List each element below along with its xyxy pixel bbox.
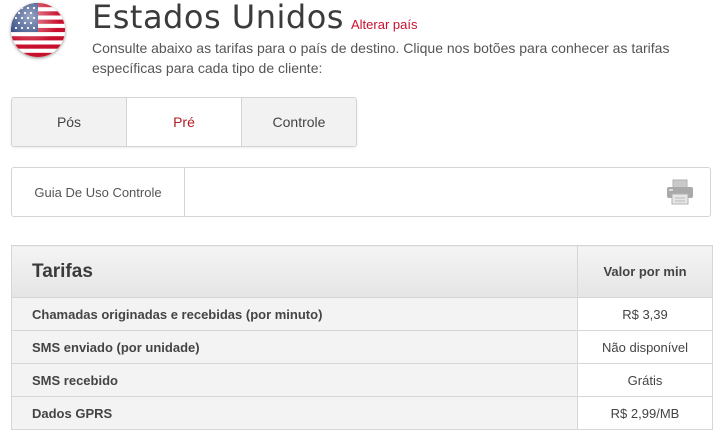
table-row: SMS recebido Grátis: [11, 363, 713, 397]
tariffs-table-container: Tarifas Valor por min Chamadas originada…: [11, 245, 713, 430]
row-value: R$ 3,39: [577, 297, 713, 331]
row-value: R$ 2,99/MB: [577, 396, 713, 430]
usage-guide-button[interactable]: Guia De Uso Controle: [12, 168, 185, 216]
row-label: SMS enviado (por unidade): [11, 330, 578, 364]
table-header-row: Tarifas Valor por min: [11, 245, 713, 298]
flag-shine: [11, 3, 65, 57]
usa-flag-icon: [11, 3, 65, 57]
usage-guide-bar: Guia De Uso Controle: [11, 167, 711, 217]
printer-icon[interactable]: [666, 179, 694, 205]
table-header-value: Valor por min: [577, 245, 713, 298]
row-label: Chamadas originadas e recebidas (por min…: [11, 297, 578, 331]
change-country-link[interactable]: Alterar país: [351, 17, 417, 32]
row-value: Grátis: [577, 363, 713, 397]
page-description: Consulte abaixo as tarifas para o país d…: [92, 40, 670, 76]
tariffs-table: Tarifas Valor por min Chamadas originada…: [11, 245, 713, 430]
table-header-title: Tarifas: [11, 245, 578, 298]
tab-pos[interactable]: Pós: [12, 98, 127, 146]
table-row: SMS enviado (por unidade) Não disponível: [11, 330, 713, 364]
tab-pre[interactable]: Pré: [127, 98, 242, 146]
row-label: Dados GPRS: [11, 396, 578, 430]
table-row: Dados GPRS R$ 2,99/MB: [11, 396, 713, 430]
table-row: Chamadas originadas e recebidas (por min…: [11, 297, 713, 331]
country-title: Estados Unidos: [92, 0, 344, 36]
customer-type-tabs: Pós Pré Controle: [11, 97, 357, 147]
row-value: Não disponível: [577, 330, 713, 364]
tab-controle[interactable]: Controle: [242, 98, 356, 146]
row-label: SMS recebido: [11, 363, 578, 397]
